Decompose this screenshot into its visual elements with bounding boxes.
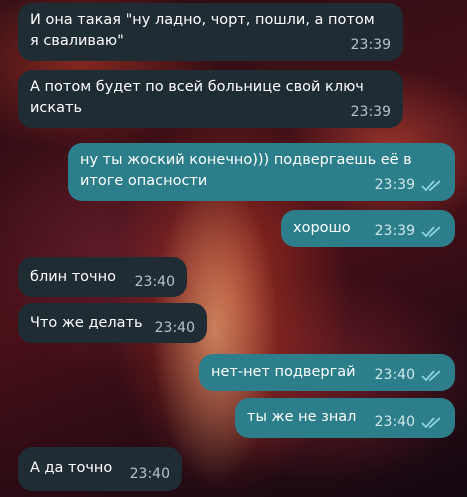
message-bubble-outgoing[interactable]: ты же не знал 23:40	[235, 398, 455, 438]
message-time: 23:40	[374, 367, 415, 383]
message-text: И она такая "ну ладно, чорт, пошли, а по…	[30, 12, 375, 49]
message-bubble-incoming[interactable]: И она такая "ну ладно, чорт, пошли, а по…	[18, 3, 403, 61]
double-check-icon	[421, 179, 443, 192]
message-bubble-incoming[interactable]: А да точно 23:40	[18, 447, 182, 491]
message-time: 23:40	[134, 274, 175, 290]
message-bubble-incoming[interactable]: Что же делать 23:40	[18, 303, 207, 343]
message-text: А потом будет по всей больнице свой ключ…	[30, 79, 364, 116]
message-bubble-outgoing[interactable]: хорошо 23:39	[281, 210, 455, 247]
message-bubble-incoming[interactable]: блин точно 23:40	[18, 257, 187, 297]
message-time: 23:39	[350, 104, 391, 120]
message-time: 23:39	[374, 177, 415, 193]
message-time: 23:40	[129, 466, 170, 482]
message-time: 23:39	[350, 37, 391, 53]
message-bubble-outgoing[interactable]: нет-нет подвергай 23:40	[199, 354, 455, 391]
message-time: 23:40	[154, 320, 195, 336]
double-check-icon	[421, 369, 443, 382]
double-check-icon	[421, 416, 443, 429]
message-bubble-outgoing[interactable]: ну ты жоский конечно))) подвергаешь её в…	[68, 143, 455, 201]
double-check-icon	[421, 225, 443, 238]
message-time: 23:39	[374, 223, 415, 239]
message-time: 23:40	[374, 414, 415, 430]
message-bubble-incoming[interactable]: А потом будет по всей больнице свой ключ…	[18, 70, 403, 128]
